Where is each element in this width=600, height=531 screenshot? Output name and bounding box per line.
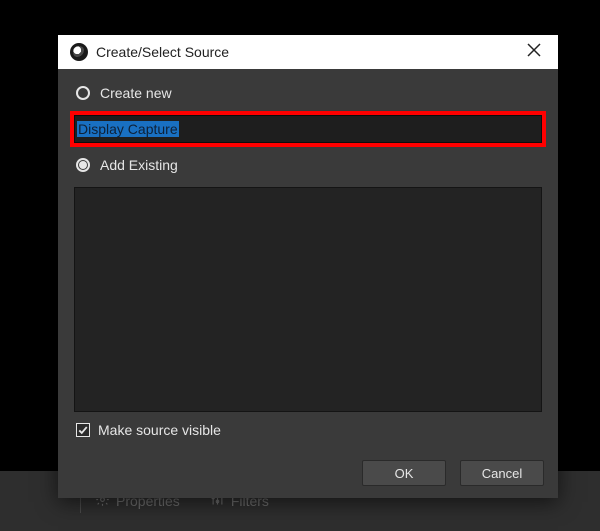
source-name-input[interactable]: Display Capture — [74, 115, 542, 143]
add-existing-label: Add Existing — [100, 157, 178, 173]
ok-label: OK — [395, 466, 414, 481]
radio-icon — [76, 158, 90, 172]
checkbox-icon — [76, 423, 90, 437]
source-name-highlight: Display Capture — [70, 111, 546, 147]
create-new-radio[interactable]: Create new — [74, 83, 542, 109]
create-new-label: Create new — [100, 85, 172, 101]
source-name-value: Display Capture — [77, 121, 179, 137]
radio-icon — [76, 86, 90, 100]
close-icon — [527, 43, 541, 62]
make-source-visible-checkbox[interactable]: Make source visible — [74, 412, 542, 438]
dialog-button-row: OK Cancel — [58, 448, 558, 498]
dialog-title: Create/Select Source — [96, 44, 512, 60]
make-visible-label: Make source visible — [98, 422, 221, 438]
add-existing-radio[interactable]: Add Existing — [74, 155, 542, 181]
cancel-label: Cancel — [482, 466, 522, 481]
dialog-content: Create new Display Capture Add Existing … — [58, 69, 558, 448]
create-select-source-dialog: Create/Select Source Create new Display … — [58, 35, 558, 498]
obs-icon — [70, 43, 88, 61]
cancel-button[interactable]: Cancel — [460, 460, 544, 486]
close-button[interactable] — [520, 38, 548, 66]
existing-sources-list[interactable] — [74, 187, 542, 412]
ok-button[interactable]: OK — [362, 460, 446, 486]
titlebar: Create/Select Source — [58, 35, 558, 69]
